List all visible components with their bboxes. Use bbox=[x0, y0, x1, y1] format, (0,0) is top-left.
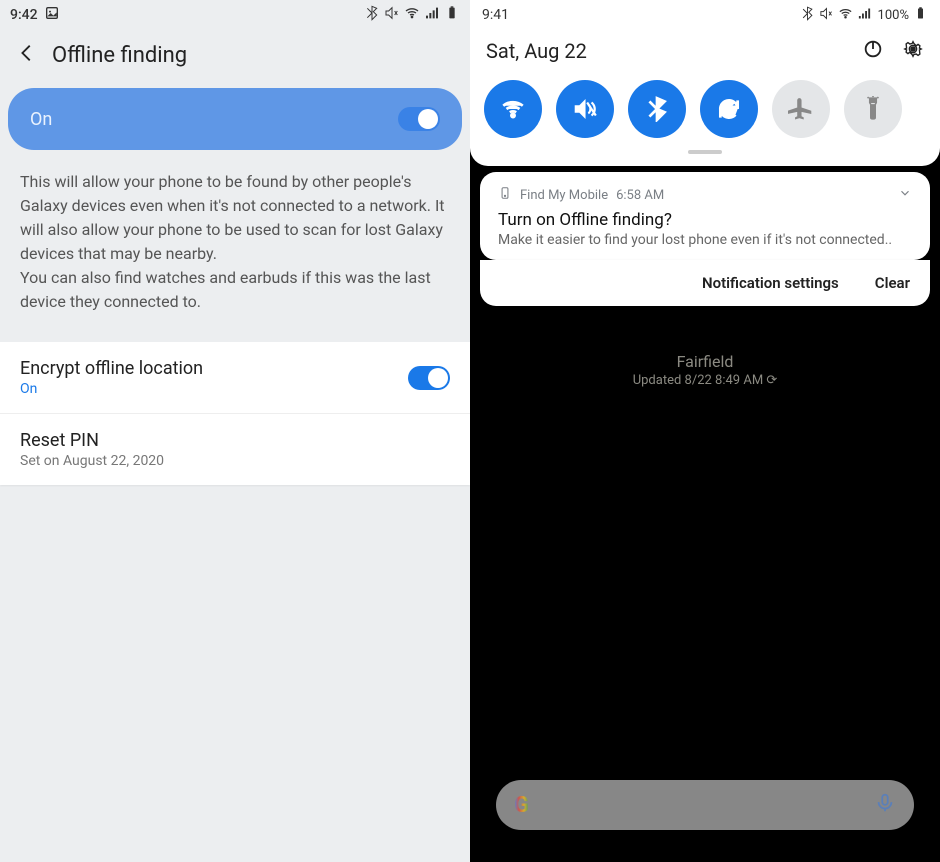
notification-settings-button[interactable]: Notification settings bbox=[702, 274, 839, 292]
battery-icon bbox=[913, 6, 928, 25]
weather-updated: Updated 8/22 8:49 AM ⟳ bbox=[470, 373, 940, 388]
status-bar: 9:41 100% bbox=[470, 0, 940, 30]
page-title: Offline finding bbox=[52, 43, 187, 68]
notification-header: Find My Mobile 6:58 AM bbox=[498, 186, 912, 204]
notification-card[interactable]: Find My Mobile 6:58 AM Turn on Offline f… bbox=[480, 172, 930, 260]
notification-shade-screen: Fairfield Updated 8/22 8:49 AM ⟳ G 9:41 … bbox=[470, 0, 940, 862]
encrypt-switch[interactable] bbox=[408, 366, 450, 390]
qs-bluetooth[interactable] bbox=[628, 80, 686, 138]
qs-sync[interactable] bbox=[700, 80, 758, 138]
notification-app-name: Find My Mobile bbox=[520, 188, 608, 203]
qs-wifi[interactable] bbox=[484, 80, 542, 138]
bluetooth-icon bbox=[800, 6, 815, 25]
panel-drag-handle[interactable] bbox=[688, 150, 722, 154]
quick-settings-row bbox=[470, 74, 940, 148]
master-toggle-label: On bbox=[30, 109, 52, 130]
panel-date: Sat, Aug 22 bbox=[486, 39, 862, 63]
status-time: 9:41 bbox=[482, 7, 509, 23]
encrypt-title: Encrypt offline location bbox=[20, 358, 203, 379]
qs-flashlight[interactable] bbox=[844, 80, 902, 138]
notification-time: 6:58 AM bbox=[616, 188, 664, 203]
notification-footer: Notification settings Clear bbox=[480, 260, 930, 306]
power-icon[interactable] bbox=[862, 38, 884, 64]
gear-icon[interactable] bbox=[902, 38, 924, 64]
signal-icon bbox=[857, 6, 872, 25]
reset-pin-row[interactable]: Reset PIN Set on August 22, 2020 bbox=[0, 414, 470, 485]
page-header: Offline finding bbox=[0, 30, 470, 88]
chevron-down-icon[interactable] bbox=[898, 186, 912, 204]
clear-button[interactable]: Clear bbox=[875, 274, 910, 292]
weather-location: Fairfield bbox=[470, 352, 940, 371]
panel-header: Sat, Aug 22 bbox=[470, 30, 940, 74]
back-icon[interactable] bbox=[16, 42, 38, 68]
notification-title: Turn on Offline finding? bbox=[498, 210, 912, 230]
encrypt-status: On bbox=[20, 381, 203, 397]
wifi-icon bbox=[838, 6, 853, 25]
mute-icon bbox=[384, 5, 400, 25]
battery-pct: 100% bbox=[878, 8, 909, 23]
encrypt-offline-row[interactable]: Encrypt offline location On bbox=[0, 342, 470, 414]
qs-sound-mute[interactable] bbox=[556, 80, 614, 138]
notification-body: Make it easier to find your lost phone e… bbox=[498, 232, 912, 248]
screenshot-icon bbox=[44, 5, 60, 25]
google-search-widget[interactable]: G bbox=[496, 780, 914, 830]
google-logo-icon: G bbox=[514, 793, 529, 818]
feature-description: This will allow your phone to be found b… bbox=[0, 150, 470, 342]
wifi-icon bbox=[404, 5, 420, 25]
mic-icon[interactable] bbox=[874, 792, 896, 818]
notification-panel: 9:41 100% Sat, Aug 22 bbox=[470, 0, 940, 166]
mute-icon bbox=[819, 6, 834, 25]
master-toggle-switch[interactable] bbox=[398, 107, 440, 131]
status-bar: 9:42 bbox=[0, 0, 470, 30]
bluetooth-icon bbox=[364, 5, 380, 25]
reset-pin-sub: Set on August 22, 2020 bbox=[20, 453, 164, 469]
find-my-mobile-icon bbox=[498, 186, 512, 204]
status-time: 9:42 bbox=[10, 7, 38, 23]
signal-icon bbox=[424, 5, 440, 25]
options-card: Encrypt offline location On Reset PIN Se… bbox=[0, 342, 470, 485]
weather-widget[interactable]: Fairfield Updated 8/22 8:49 AM ⟳ bbox=[470, 352, 940, 388]
master-toggle-pill[interactable]: On bbox=[8, 88, 462, 150]
reset-pin-title: Reset PIN bbox=[20, 430, 164, 451]
battery-icon bbox=[444, 5, 460, 25]
qs-airplane[interactable] bbox=[772, 80, 830, 138]
settings-screen: 9:42 Offline finding On This will allow … bbox=[0, 0, 470, 862]
